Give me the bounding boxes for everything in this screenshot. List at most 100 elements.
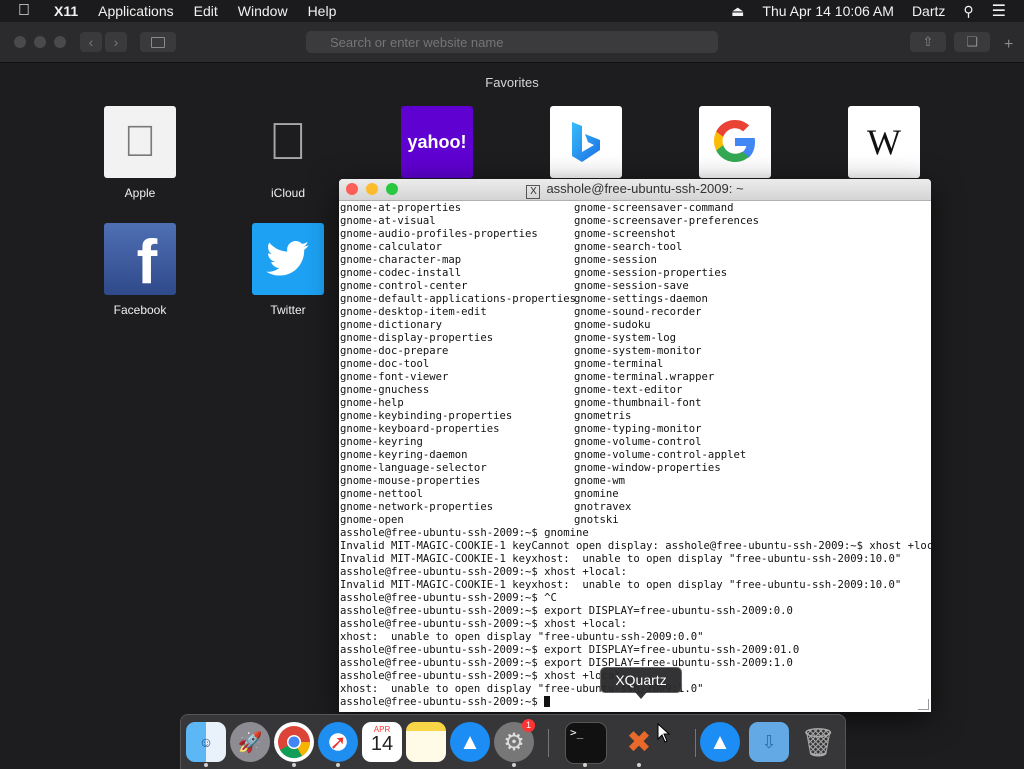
dock-separator xyxy=(548,729,549,757)
terminal-listing-item: gnome-help xyxy=(340,397,404,409)
terminal-listing-item: gnome-audio-profiles-properties xyxy=(340,228,538,240)
menu-edit[interactable]: Edit xyxy=(194,3,218,19)
favorite-facebook[interactable]: f Facebook xyxy=(80,223,200,317)
eject-icon[interactable]: ⏏ xyxy=(731,3,744,20)
terminal-listing-item: gnome-volume-control xyxy=(574,436,702,448)
terminal-line: gnome-codec-install gnome-session-propert… xyxy=(340,267,931,280)
zoom-button[interactable] xyxy=(54,36,66,48)
back-button[interactable]: ‹ xyxy=(80,32,102,52)
control-center-icon[interactable]: ☰ xyxy=(992,1,1006,21)
tab-overview-button[interactable]: ❏ xyxy=(954,32,990,52)
xquartz-icon[interactable]: ✖ xyxy=(619,722,659,762)
google-logo-icon xyxy=(699,106,771,178)
favorite-bing[interactable] xyxy=(526,106,646,178)
trash-icon[interactable]: 🗑 xyxy=(798,722,838,762)
favorite-label: iCloud xyxy=(270,186,306,200)
favorite-label: Facebook xyxy=(113,303,167,317)
terminal-listing-item: gnome-open xyxy=(340,514,404,526)
favorite-apple[interactable]:  Apple xyxy=(80,106,200,200)
new-tab-button[interactable]: + xyxy=(1004,36,1013,54)
xterm-titlebar[interactable]: Xasshole@free-ubuntu-ssh-2009: ~ xyxy=(339,179,931,201)
terminal-line: gnome-audio-profiles-properties gnome-scr… xyxy=(340,228,931,241)
share-button[interactable]: ⇧ xyxy=(910,32,946,52)
terminal-listing-item: gnome-doc-prepare xyxy=(340,345,449,357)
terminal-listing-item: gnome-wm xyxy=(574,475,626,487)
sidebar-toggle-button[interactable] xyxy=(140,32,176,52)
terminal-line: asshole@free-ubuntu-ssh-2009:~$ export D… xyxy=(340,644,800,656)
terminal-line: gnome-control-center gnome-session-save xyxy=(340,280,931,293)
address-bar-input[interactable] xyxy=(306,31,718,53)
terminal-line: gnome-doc-prepare gnome-system-monitor xyxy=(340,345,931,358)
terminal-listing-item: gnome-screensaver-command xyxy=(574,202,734,214)
favorite-twitter[interactable]: Twitter xyxy=(228,223,348,317)
terminal-line: gnome-calculator gnome-search-tool xyxy=(340,241,931,254)
favorite-google[interactable] xyxy=(675,106,795,178)
calendar-icon[interactable]: APR 14 xyxy=(362,722,402,762)
terminal-listing-item: gnome-language-selector xyxy=(340,462,487,474)
terminal-listing-item: gnome-session xyxy=(574,254,657,266)
terminal-icon[interactable]: >_ xyxy=(565,722,607,764)
favorite-icloud[interactable]:  iCloud xyxy=(228,106,348,200)
terminal-line: Invalid MIT-MAGIC-COOKIE-1 keyCannot ope… xyxy=(340,540,931,552)
app-store-folder-icon[interactable]: ▲ xyxy=(700,722,740,762)
terminal-line: gnome-network-properties gnotravex xyxy=(340,501,931,514)
facebook-logo-icon: f xyxy=(104,223,176,295)
finder-icon[interactable]: ☺ xyxy=(186,722,226,762)
menu-applications[interactable]: Applications xyxy=(98,3,174,19)
terminal-listing-item: gnome-keybinding-properties xyxy=(340,410,513,422)
terminal-listing-item: gnome-font-viewer xyxy=(340,371,449,383)
terminal-line: asshole@free-ubuntu-ssh-2009:~$ xhost +l… xyxy=(340,618,628,630)
terminal-listing-item: gnome-thumbnail-font xyxy=(574,397,702,409)
menu-window[interactable]: Window xyxy=(238,3,288,19)
menu-datetime[interactable]: Thu Apr 14 10:06 AM xyxy=(762,3,894,19)
terminal-line: gnome-keyboard-properties gnome-typing-mo… xyxy=(340,423,931,436)
favorite-wikipedia[interactable]: W xyxy=(824,106,944,178)
terminal-line: asshole@free-ubuntu-ssh-2009:~$ gnomine xyxy=(340,527,589,539)
menu-help[interactable]: Help xyxy=(308,3,337,19)
terminal-line: gnome-keybinding-properties gnometris xyxy=(340,410,931,423)
terminal-listing-item: gnome-typing-monitor xyxy=(574,423,702,435)
app-store-icon[interactable]: ▲ xyxy=(450,722,490,762)
terminal-output[interactable]: gnome-at-properties gnome-screensaver-com… xyxy=(340,202,931,712)
terminal-listing-item: gnome-doc-tool xyxy=(340,358,430,370)
menu-app-name[interactable]: X11 xyxy=(54,3,78,19)
safari-icon[interactable]: ➚ xyxy=(318,722,358,762)
terminal-listing-item: gnome-sudoku xyxy=(574,319,651,331)
terminal-line: gnome-character-map gnome-session xyxy=(340,254,931,267)
twitter-logo-icon xyxy=(252,223,324,295)
terminal-line: gnome-at-properties gnome-screensaver-com… xyxy=(340,202,931,215)
terminal-listing-item: gnome-dictionary xyxy=(340,319,443,331)
menu-user[interactable]: Dartz xyxy=(912,3,945,19)
running-indicator xyxy=(583,763,587,767)
apple-menu-icon[interactable]:  xyxy=(18,2,40,20)
resize-handle[interactable] xyxy=(918,699,929,710)
terminal-line: gnome-help gnome-thumbnail-font xyxy=(340,397,931,410)
launchpad-icon[interactable]: 🚀 xyxy=(230,722,270,762)
terminal-listing-item: gnome-screensaver-preferences xyxy=(574,215,759,227)
terminal-listing-item: gnome-keyboard-properties xyxy=(340,423,500,435)
terminal-cursor xyxy=(544,696,551,707)
close-button[interactable] xyxy=(14,36,26,48)
terminal-listing-item: gnome-text-editor xyxy=(574,384,683,396)
terminal-line: gnome-dictionary gnome-sudoku xyxy=(340,319,931,332)
terminal-line: asshole@free-ubuntu-ssh-2009:~$ export D… xyxy=(340,605,793,617)
notes-icon[interactable] xyxy=(406,722,446,762)
downloads-folder-icon[interactable]: ⇩ xyxy=(749,722,789,762)
terminal-listing-item: gnotravex xyxy=(574,501,632,513)
terminal-line: Invalid MIT-MAGIC-COOKIE-1 keyxhost: una… xyxy=(340,579,902,591)
chrome-icon[interactable] xyxy=(274,722,314,762)
terminal-listing-item: gnome-terminal.wrapper xyxy=(574,371,715,383)
terminal-line: gnome-display-properties gnome-system-log xyxy=(340,332,931,345)
bing-logo-icon xyxy=(550,106,622,178)
yahoo-logo-icon: yahoo! xyxy=(401,106,473,178)
terminal-listing-item: gnometris xyxy=(574,410,632,422)
minimize-button[interactable] xyxy=(34,36,46,48)
running-indicator xyxy=(512,763,516,767)
terminal-listing-item: gnome-screenshot xyxy=(574,228,677,240)
forward-button[interactable]: › xyxy=(105,32,127,52)
terminal-line: gnome-font-viewer gnome-terminal.wrapper xyxy=(340,371,931,384)
favorite-yahoo[interactable]: yahoo! xyxy=(377,106,497,178)
x11-icon: X xyxy=(526,185,541,199)
terminal-listing-item: gnome-volume-control-applet xyxy=(574,449,747,461)
spotlight-search-icon[interactable]: ⚲ xyxy=(963,3,973,20)
